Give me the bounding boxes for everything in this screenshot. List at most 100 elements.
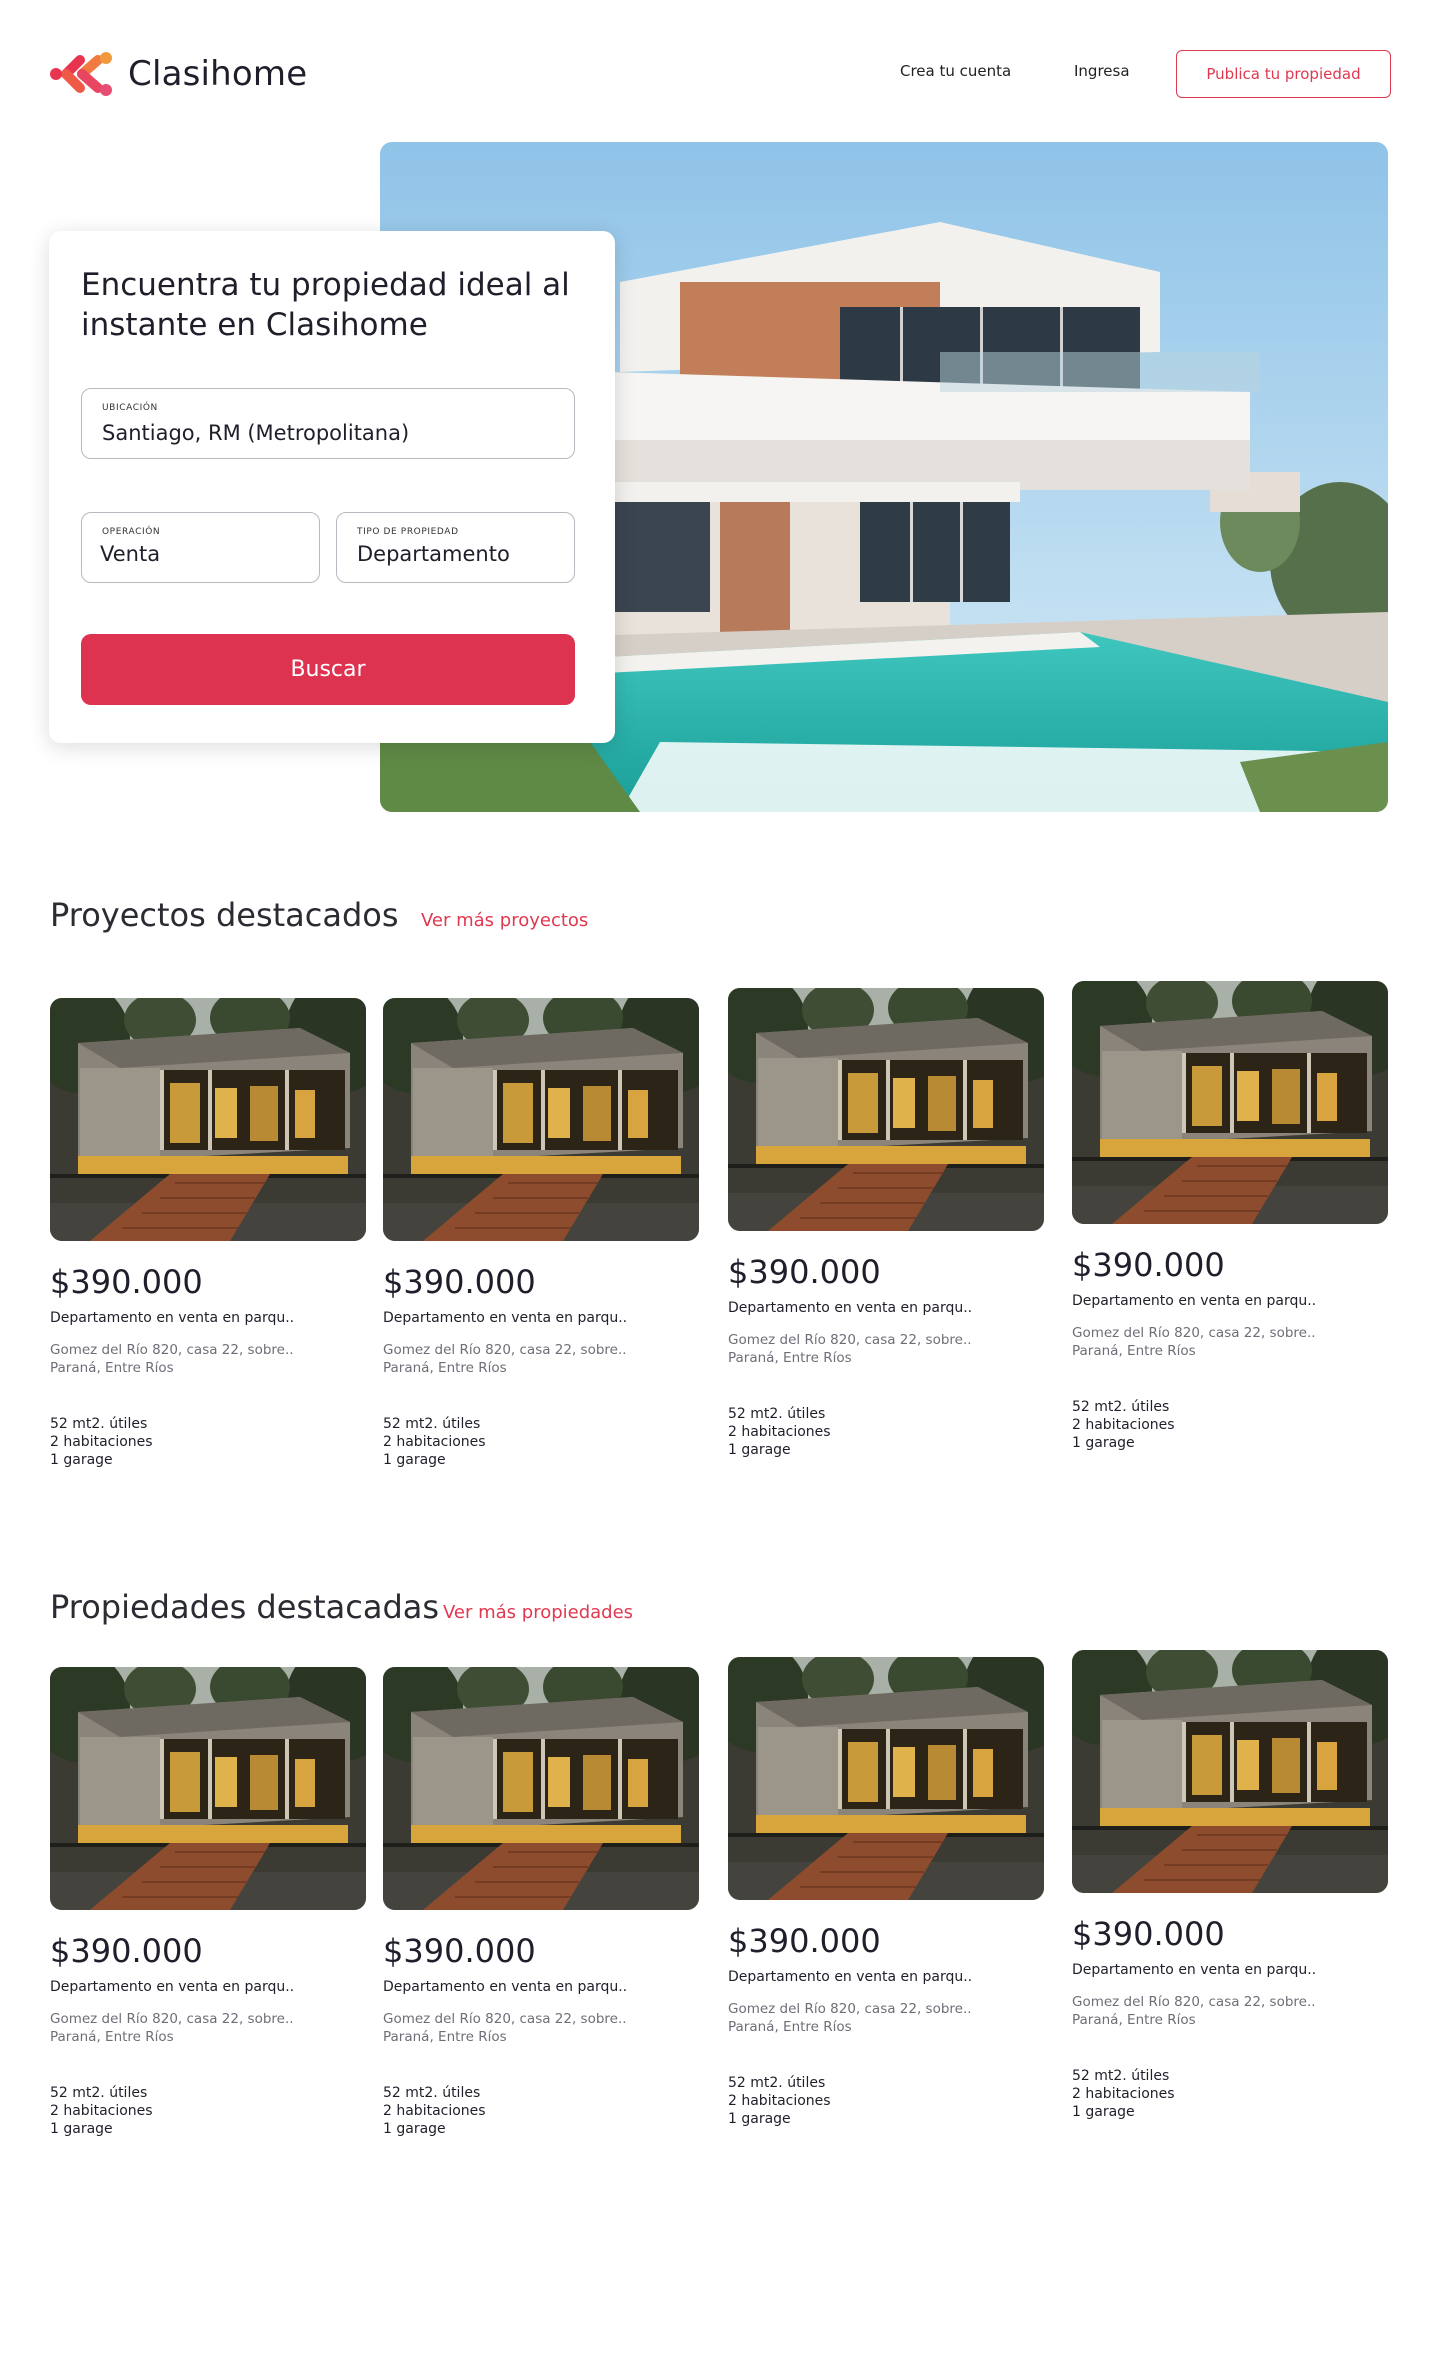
- card-specs: 52 mt2. útiles 2 habitaciones 1 garage: [50, 2084, 366, 2138]
- card-price: $390.000: [383, 1932, 536, 1970]
- more-properties-link[interactable]: Ver más propiedades: [443, 1602, 633, 1623]
- card-address: Gomez del Río 820, casa 22, sobre.. Para…: [728, 2000, 1044, 2036]
- card-area: 52 mt2. útiles: [50, 1416, 148, 1432]
- property-type-label: TIPO DE PROPIEDAD: [357, 527, 459, 537]
- project-card-image[interactable]: [1072, 981, 1388, 1224]
- location-label: UBICACIÓN: [102, 403, 158, 413]
- card-price: $390.000: [383, 1263, 536, 1301]
- card-title[interactable]: Departamento en venta en parqu..: [383, 1309, 699, 1327]
- card-price: $390.000: [1072, 1915, 1225, 1953]
- card-specs: 52 mt2. útiles 2 habitaciones 1 garage: [383, 2084, 699, 2138]
- project-card[interactable]: $390.000 Departamento en venta en parqu.…: [50, 998, 366, 1469]
- card-title[interactable]: Departamento en venta en parqu..: [1072, 1961, 1388, 1979]
- clasihome-logo-icon: [50, 52, 112, 96]
- card-rooms: 2 habitaciones: [728, 2093, 831, 2109]
- card-address-city: Paraná, Entre Ríos: [1072, 1343, 1196, 1359]
- operation-value[interactable]: Venta: [100, 542, 160, 566]
- card-address-line: Gomez del Río 820, casa 22, sobre..: [50, 1342, 294, 1358]
- card-address: Gomez del Río 820, casa 22, sobre.. Para…: [50, 2010, 366, 2046]
- search-button[interactable]: Buscar: [81, 634, 575, 705]
- projects-section-title: Proyectos destacados: [50, 896, 399, 934]
- card-address-line: Gomez del Río 820, casa 22, sobre..: [728, 1332, 972, 1348]
- card-address-city: Paraná, Entre Ríos: [50, 1360, 174, 1376]
- search-title: Encuentra tu propiedad ideal al instante…: [81, 267, 570, 343]
- card-price: $390.000: [728, 1922, 881, 1960]
- card-garage: 1 garage: [383, 1452, 446, 1468]
- register-link[interactable]: Crea tu cuenta: [900, 62, 1011, 80]
- login-link[interactable]: Ingresa: [1074, 62, 1130, 80]
- card-garage: 1 garage: [728, 1442, 791, 1458]
- card-address-line: Gomez del Río 820, casa 22, sobre..: [50, 2011, 294, 2027]
- card-rooms: 2 habitaciones: [383, 2103, 486, 2119]
- card-address-city: Paraná, Entre Ríos: [1072, 2012, 1196, 2028]
- card-rooms: 2 habitaciones: [1072, 1417, 1175, 1433]
- property-card-image[interactable]: [728, 1657, 1044, 1900]
- card-address: Gomez del Río 820, casa 22, sobre.. Para…: [728, 1331, 1044, 1367]
- card-area: 52 mt2. útiles: [383, 2085, 481, 2101]
- card-rooms: 2 habitaciones: [728, 1424, 831, 1440]
- search-card: Encuentra tu propiedad ideal al instante…: [49, 231, 615, 743]
- more-projects-link[interactable]: Ver más proyectos: [421, 910, 588, 931]
- card-area: 52 mt2. útiles: [50, 2085, 148, 2101]
- card-address: Gomez del Río 820, casa 22, sobre.. Para…: [50, 1341, 366, 1377]
- card-title[interactable]: Departamento en venta en parqu..: [50, 1309, 366, 1327]
- card-title[interactable]: Departamento en venta en parqu..: [1072, 1292, 1388, 1310]
- project-card[interactable]: $390.000 Departamento en venta en parqu.…: [728, 988, 1044, 1459]
- property-card-image[interactable]: [1072, 1650, 1388, 1893]
- card-price: $390.000: [728, 1253, 881, 1291]
- card-address: Gomez del Río 820, casa 22, sobre.. Para…: [383, 2010, 699, 2046]
- card-title[interactable]: Departamento en venta en parqu..: [50, 1978, 366, 1996]
- operation-field[interactable]: OPERACIÓN Venta: [81, 512, 320, 583]
- property-type-field[interactable]: TIPO DE PROPIEDAD Departamento: [336, 512, 575, 583]
- card-title[interactable]: Departamento en venta en parqu..: [383, 1978, 699, 1996]
- card-specs: 52 mt2. útiles 2 habitaciones 1 garage: [1072, 2067, 1388, 2121]
- card-specs: 52 mt2. útiles 2 habitaciones 1 garage: [383, 1415, 699, 1469]
- card-price: $390.000: [50, 1932, 203, 1970]
- card-specs: 52 mt2. útiles 2 habitaciones 1 garage: [1072, 1398, 1388, 1452]
- card-address: Gomez del Río 820, casa 22, sobre.. Para…: [383, 1341, 699, 1377]
- card-garage: 1 garage: [1072, 1435, 1135, 1451]
- property-card[interactable]: $390.000 Departamento en venta en parqu.…: [728, 1657, 1044, 2128]
- property-card[interactable]: $390.000 Departamento en venta en parqu.…: [1072, 1650, 1388, 2121]
- card-address-city: Paraná, Entre Ríos: [50, 2029, 174, 2045]
- card-address-city: Paraná, Entre Ríos: [383, 1360, 507, 1376]
- card-area: 52 mt2. útiles: [728, 2075, 826, 2091]
- card-address-city: Paraná, Entre Ríos: [383, 2029, 507, 2045]
- project-card[interactable]: $390.000 Departamento en venta en parqu.…: [383, 998, 699, 1469]
- card-price: $390.000: [50, 1263, 203, 1301]
- card-address-city: Paraná, Entre Ríos: [728, 1350, 852, 1366]
- card-address: Gomez del Río 820, casa 22, sobre.. Para…: [1072, 1993, 1388, 2029]
- card-rooms: 2 habitaciones: [383, 1434, 486, 1450]
- card-area: 52 mt2. útiles: [1072, 1399, 1170, 1415]
- project-card[interactable]: $390.000 Departamento en venta en parqu.…: [1072, 981, 1388, 1452]
- card-rooms: 2 habitaciones: [50, 1434, 153, 1450]
- property-card-image[interactable]: [50, 1667, 366, 1910]
- card-address-line: Gomez del Río 820, casa 22, sobre..: [383, 2011, 627, 2027]
- property-card[interactable]: $390.000 Departamento en venta en parqu.…: [50, 1667, 366, 2138]
- publish-property-button[interactable]: Publica tu propiedad: [1176, 50, 1391, 98]
- operation-label: OPERACIÓN: [102, 527, 161, 537]
- card-garage: 1 garage: [50, 1452, 113, 1468]
- project-card-image[interactable]: [50, 998, 366, 1241]
- card-garage: 1 garage: [1072, 2104, 1135, 2120]
- card-area: 52 mt2. útiles: [728, 1406, 826, 1422]
- project-card-image[interactable]: [383, 998, 699, 1241]
- card-specs: 52 mt2. útiles 2 habitaciones 1 garage: [50, 1415, 366, 1469]
- card-specs: 52 mt2. útiles 2 habitaciones 1 garage: [728, 1405, 1044, 1459]
- card-price: $390.000: [1072, 1246, 1225, 1284]
- brand-name: Clasihome: [128, 54, 308, 94]
- card-area: 52 mt2. útiles: [383, 1416, 481, 1432]
- card-title[interactable]: Departamento en venta en parqu..: [728, 1299, 1044, 1317]
- logo[interactable]: Clasihome: [48, 46, 307, 102]
- card-rooms: 2 habitaciones: [50, 2103, 153, 2119]
- card-title[interactable]: Departamento en venta en parqu..: [728, 1968, 1044, 1986]
- property-card-image[interactable]: [383, 1667, 699, 1910]
- project-card-image[interactable]: [728, 988, 1044, 1231]
- card-address: Gomez del Río 820, casa 22, sobre.. Para…: [1072, 1324, 1388, 1360]
- location-value[interactable]: Santiago, RM (Metropolitana): [102, 421, 409, 445]
- card-garage: 1 garage: [383, 2121, 446, 2137]
- location-field[interactable]: UBICACIÓN Santiago, RM (Metropolitana): [81, 388, 575, 459]
- property-type-value[interactable]: Departamento: [357, 542, 510, 566]
- property-card[interactable]: $390.000 Departamento en venta en parqu.…: [383, 1667, 699, 2138]
- properties-section-title: Propiedades destacadas: [50, 1588, 440, 1626]
